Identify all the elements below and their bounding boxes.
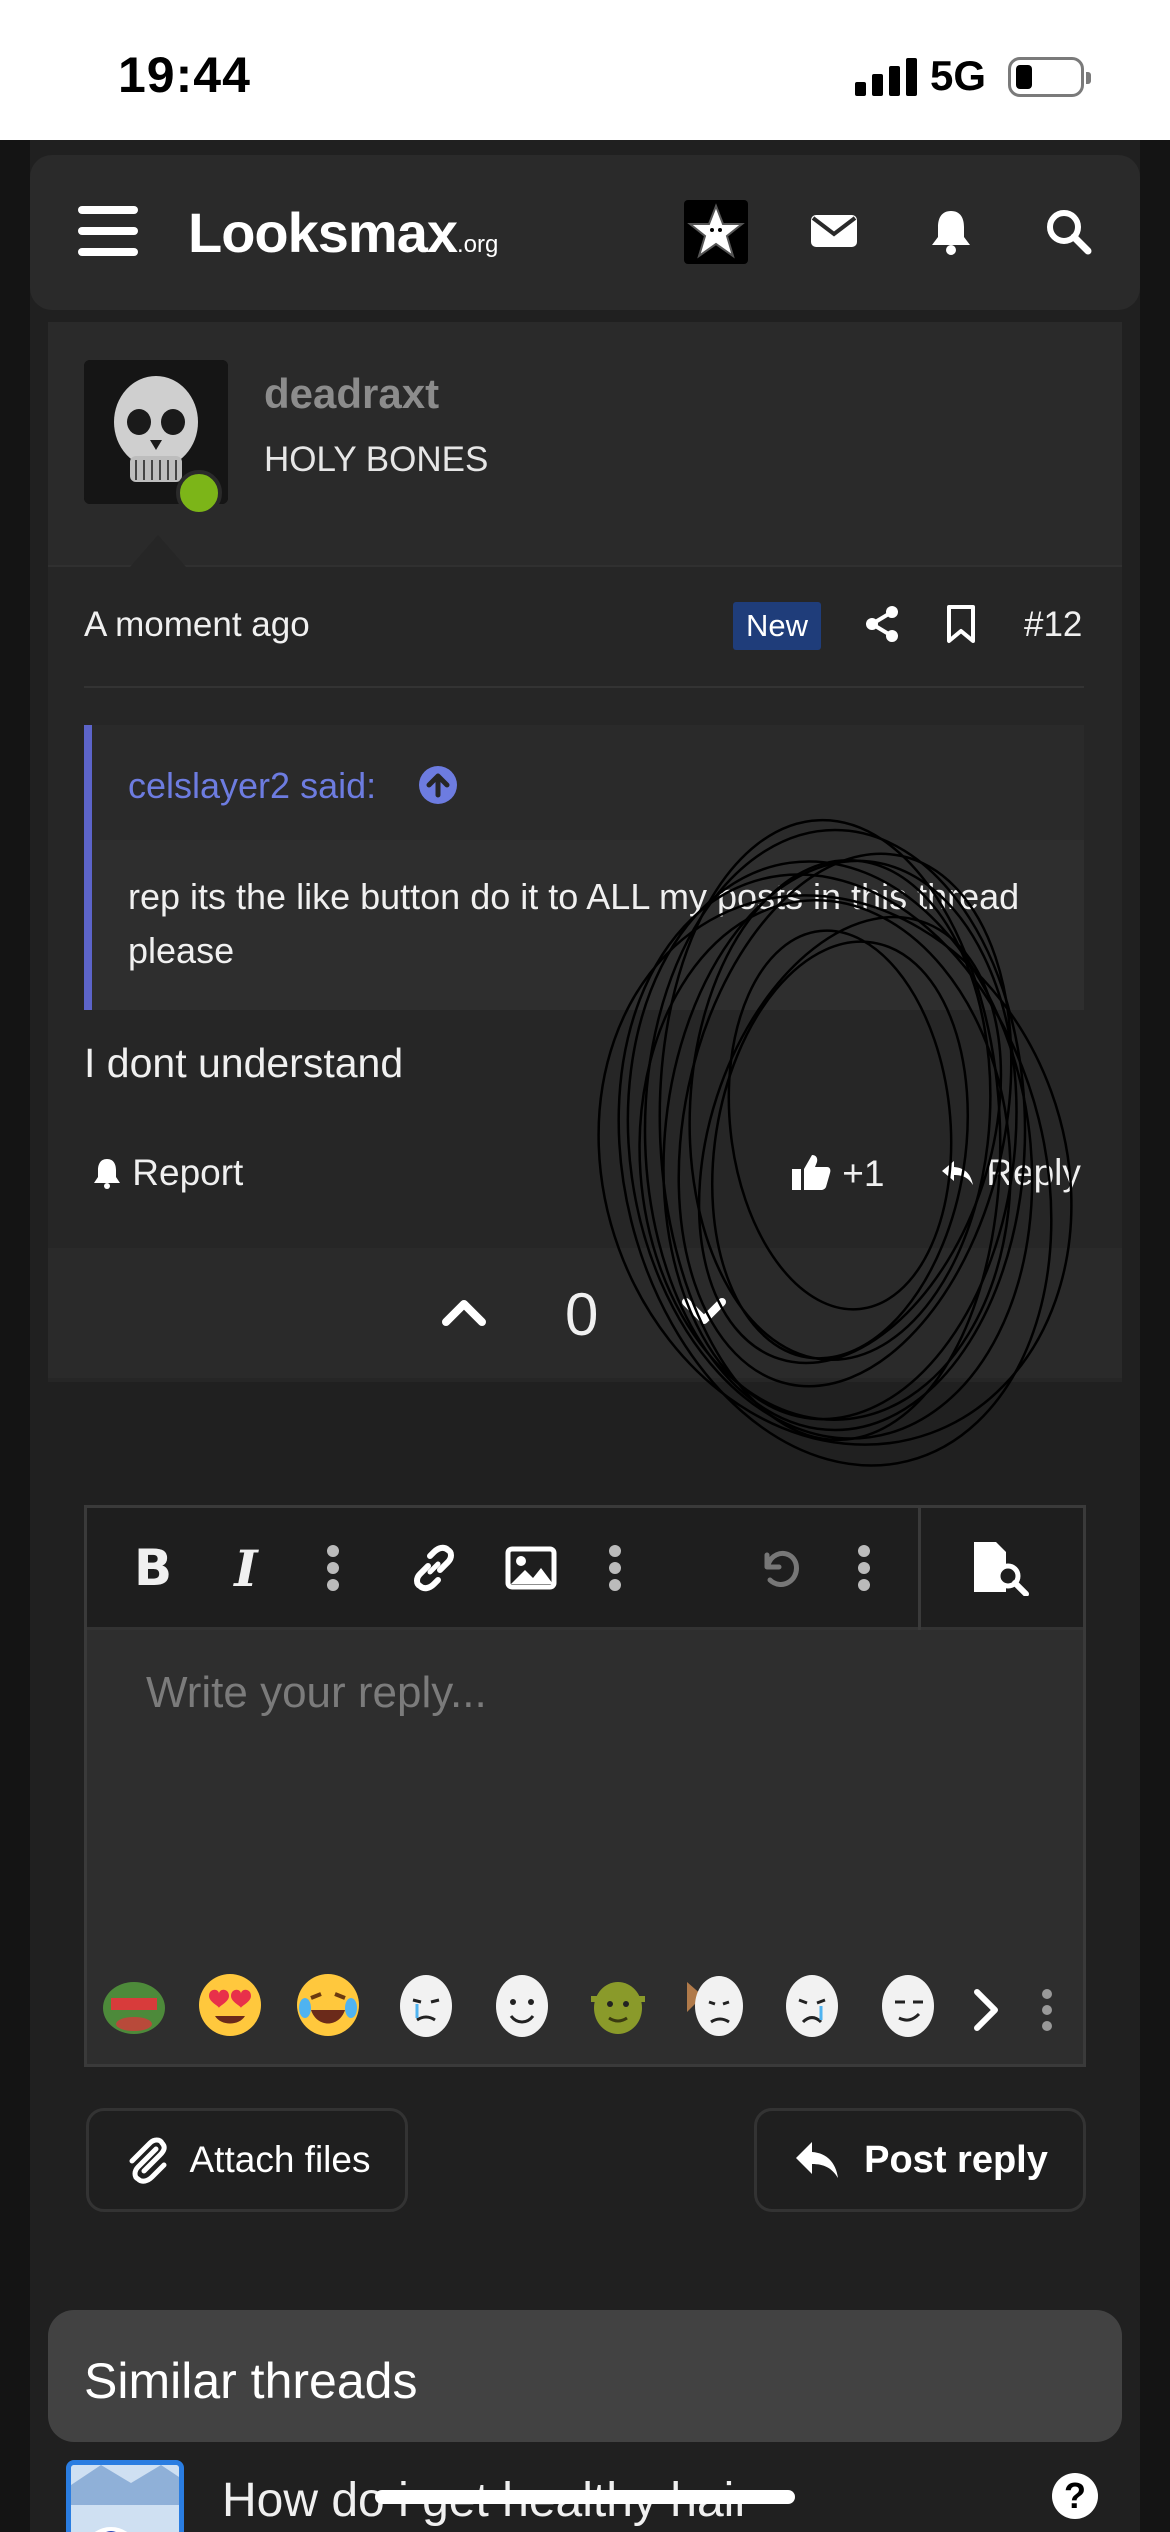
share-icon[interactable] <box>862 604 902 644</box>
preview-icon[interactable] <box>970 1540 1034 1596</box>
post-message: I dont understand <box>84 1040 404 1086</box>
wojak-cat-emoji[interactable] <box>683 1972 749 2038</box>
wojak-smile-emoji[interactable] <box>489 1972 555 2038</box>
signal-icon <box>855 58 917 96</box>
status-time: 19:44 <box>118 47 251 103</box>
post-username[interactable]: deadraxt <box>264 370 439 418</box>
shrek-emoji[interactable] <box>585 1972 651 2038</box>
image-icon[interactable] <box>503 1540 559 1596</box>
user-title: HOLY BONES <box>264 440 489 479</box>
logo-main: Looksmax <box>188 201 458 264</box>
arrow-up-circle-icon[interactable] <box>418 765 458 805</box>
new-badge: New <box>733 602 821 650</box>
post-reply-button[interactable]: Post reply <box>754 2108 1086 2212</box>
scribble-overlay <box>597 818 1073 1467</box>
crying-laughing-emoji[interactable] <box>295 1972 361 2038</box>
home-indicator[interactable] <box>375 2490 795 2504</box>
report-label: Report <box>132 1152 244 1193</box>
thread-avatar[interactable] <box>66 2460 184 2532</box>
wojak-smug-emoji[interactable] <box>875 1972 941 2038</box>
post-reply-label: Post reply <box>864 2138 1048 2181</box>
paperclip-icon <box>129 2137 167 2184</box>
bookmark-icon[interactable] <box>944 604 978 644</box>
bell-icon[interactable] <box>925 205 977 257</box>
user-avatar-star[interactable] <box>684 200 748 264</box>
site-logo[interactable]: Looksmax.org <box>188 200 498 265</box>
wojak-crying-emoji[interactable] <box>393 1972 459 2038</box>
emoji-bar <box>87 1960 1083 2064</box>
online-indicator <box>176 470 222 516</box>
battery-icon <box>1008 57 1091 97</box>
more-icon[interactable] <box>1039 1986 1055 2034</box>
more-icon[interactable] <box>836 1540 892 1596</box>
menu-icon[interactable] <box>78 206 138 256</box>
mail-icon[interactable] <box>808 205 860 257</box>
reply-arrow-icon <box>796 2142 839 2178</box>
undo-icon[interactable] <box>752 1540 808 1596</box>
user-row-pointer <box>130 535 186 567</box>
more-icon[interactable] <box>587 1540 643 1596</box>
quote-author[interactable]: celslayer2 said: <box>128 765 376 807</box>
attach-files-label: Attach files <box>189 2139 371 2180</box>
heart-eyes-emoji[interactable] <box>197 1972 263 2038</box>
pepe-angry-emoji[interactable] <box>101 1972 167 2038</box>
similar-threads-title: Similar threads <box>84 2353 418 2409</box>
more-icon[interactable] <box>305 1540 361 1596</box>
upvote-icon[interactable] <box>440 1296 488 1328</box>
network-label: 5G <box>930 52 987 99</box>
italic-icon[interactable]: I <box>218 1539 274 1598</box>
report-link[interactable]: Report <box>92 1152 243 1194</box>
divider <box>84 686 1084 688</box>
wojak-crying-2-emoji[interactable] <box>779 1972 845 2038</box>
chevron-right-icon[interactable] <box>969 1986 1003 2034</box>
post-number[interactable]: #12 <box>1024 605 1082 645</box>
link-icon[interactable] <box>406 1540 462 1596</box>
toolbar-separator <box>918 1508 921 1630</box>
post-time[interactable]: A moment ago <box>84 605 310 645</box>
logo-suffix: .org <box>457 231 499 258</box>
reply-input[interactable]: Write your reply... <box>146 1668 487 1718</box>
bold-icon[interactable]: B <box>125 1539 181 1597</box>
attach-files-button[interactable]: Attach files <box>86 2108 408 2212</box>
search-icon[interactable] <box>1042 205 1094 257</box>
question-icon[interactable]: ? <box>1052 2473 1098 2519</box>
